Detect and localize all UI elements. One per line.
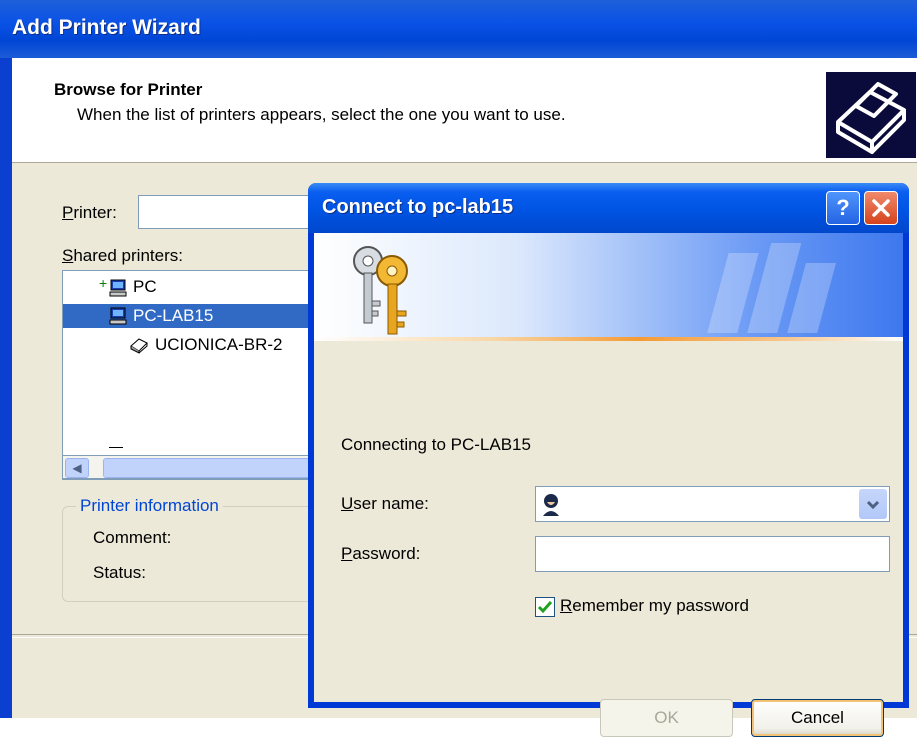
- printer-information-title: Printer information: [76, 496, 223, 516]
- scrollbar-thumb[interactable]: [103, 458, 325, 478]
- wizard-header: Browse for Printer When the list of prin…: [12, 58, 917, 163]
- tree-item-pc-lab15[interactable]: PC-LAB15: [63, 304, 321, 328]
- keys-icon: [353, 246, 408, 335]
- shared-printers-tree[interactable]: + PC PC-LAB15 UCIONICA-BR-2: [62, 270, 322, 480]
- expand-plus-icon[interactable]: +: [99, 271, 107, 295]
- tree-horizontal-scrollbar[interactable]: ◀: [62, 455, 325, 479]
- wizard-header-title: Browse for Printer: [54, 80, 203, 99]
- chevron-down-icon[interactable]: [859, 489, 887, 519]
- wizard-title: Add Printer Wizard: [12, 16, 201, 39]
- user-name-combobox[interactable]: [535, 486, 890, 522]
- tree-item-label: PC: [133, 277, 157, 296]
- tree-item-label: UCIONICA-BR-2: [155, 335, 283, 354]
- printer-label: Printer:: [62, 203, 117, 222]
- printer-icon: [130, 338, 148, 354]
- user-name-label: User name:: [341, 494, 429, 513]
- wizard-header-subtitle: When the list of printers appears, selec…: [77, 105, 566, 124]
- wizard-titlebar[interactable]: Add Printer Wizard: [0, 0, 917, 58]
- close-button[interactable]: [864, 191, 898, 225]
- connecting-text: Connecting to PC-LAB15: [341, 435, 531, 454]
- dialog-title: Connect to pc-lab15: [322, 196, 514, 218]
- dialog-body: Connecting to PC-LAB15 User name: Passwo…: [314, 233, 903, 737]
- banner-divider: [314, 337, 903, 341]
- password-field[interactable]: [535, 536, 890, 572]
- help-button[interactable]: ?: [826, 191, 860, 225]
- printer-information-group: [62, 506, 322, 602]
- tree-item-label: PC-LAB15: [133, 306, 214, 325]
- tree-connector: [109, 447, 123, 448]
- help-icon: ?: [836, 195, 850, 220]
- remember-password-label[interactable]: Remember my password: [560, 596, 749, 616]
- checkmark-icon: [537, 601, 553, 614]
- shared-printers-label: Shared printers:: [62, 246, 183, 265]
- close-icon: [872, 199, 890, 217]
- user-icon: [543, 494, 559, 516]
- cancel-button[interactable]: Cancel: [751, 699, 884, 737]
- banner-decoration-icon: [707, 243, 836, 333]
- tree-item-pc[interactable]: + PC: [63, 275, 321, 299]
- remember-password-checkbox[interactable]: [535, 597, 555, 617]
- dialog-banner: [314, 233, 903, 337]
- printer-name-input[interactable]: [138, 195, 328, 229]
- computer-icon: [109, 307, 127, 325]
- ok-button[interactable]: OK: [600, 699, 733, 737]
- wizard-frame-border: [0, 58, 12, 718]
- password-label: Password:: [341, 544, 421, 563]
- tree-item-ucionica-br-2[interactable]: UCIONICA-BR-2: [63, 333, 321, 357]
- scroll-left-icon[interactable]: ◀: [65, 458, 89, 478]
- comment-label: Comment:: [93, 528, 172, 547]
- status-label: Status:: [93, 563, 146, 582]
- computer-icon: [109, 279, 127, 297]
- dialog-titlebar[interactable]: Connect to pc-lab15 ?: [308, 183, 909, 233]
- connect-dialog: Connect to pc-lab15 ? Connecting to PC-L…: [308, 183, 909, 737]
- printer-wizard-icon: [826, 72, 916, 158]
